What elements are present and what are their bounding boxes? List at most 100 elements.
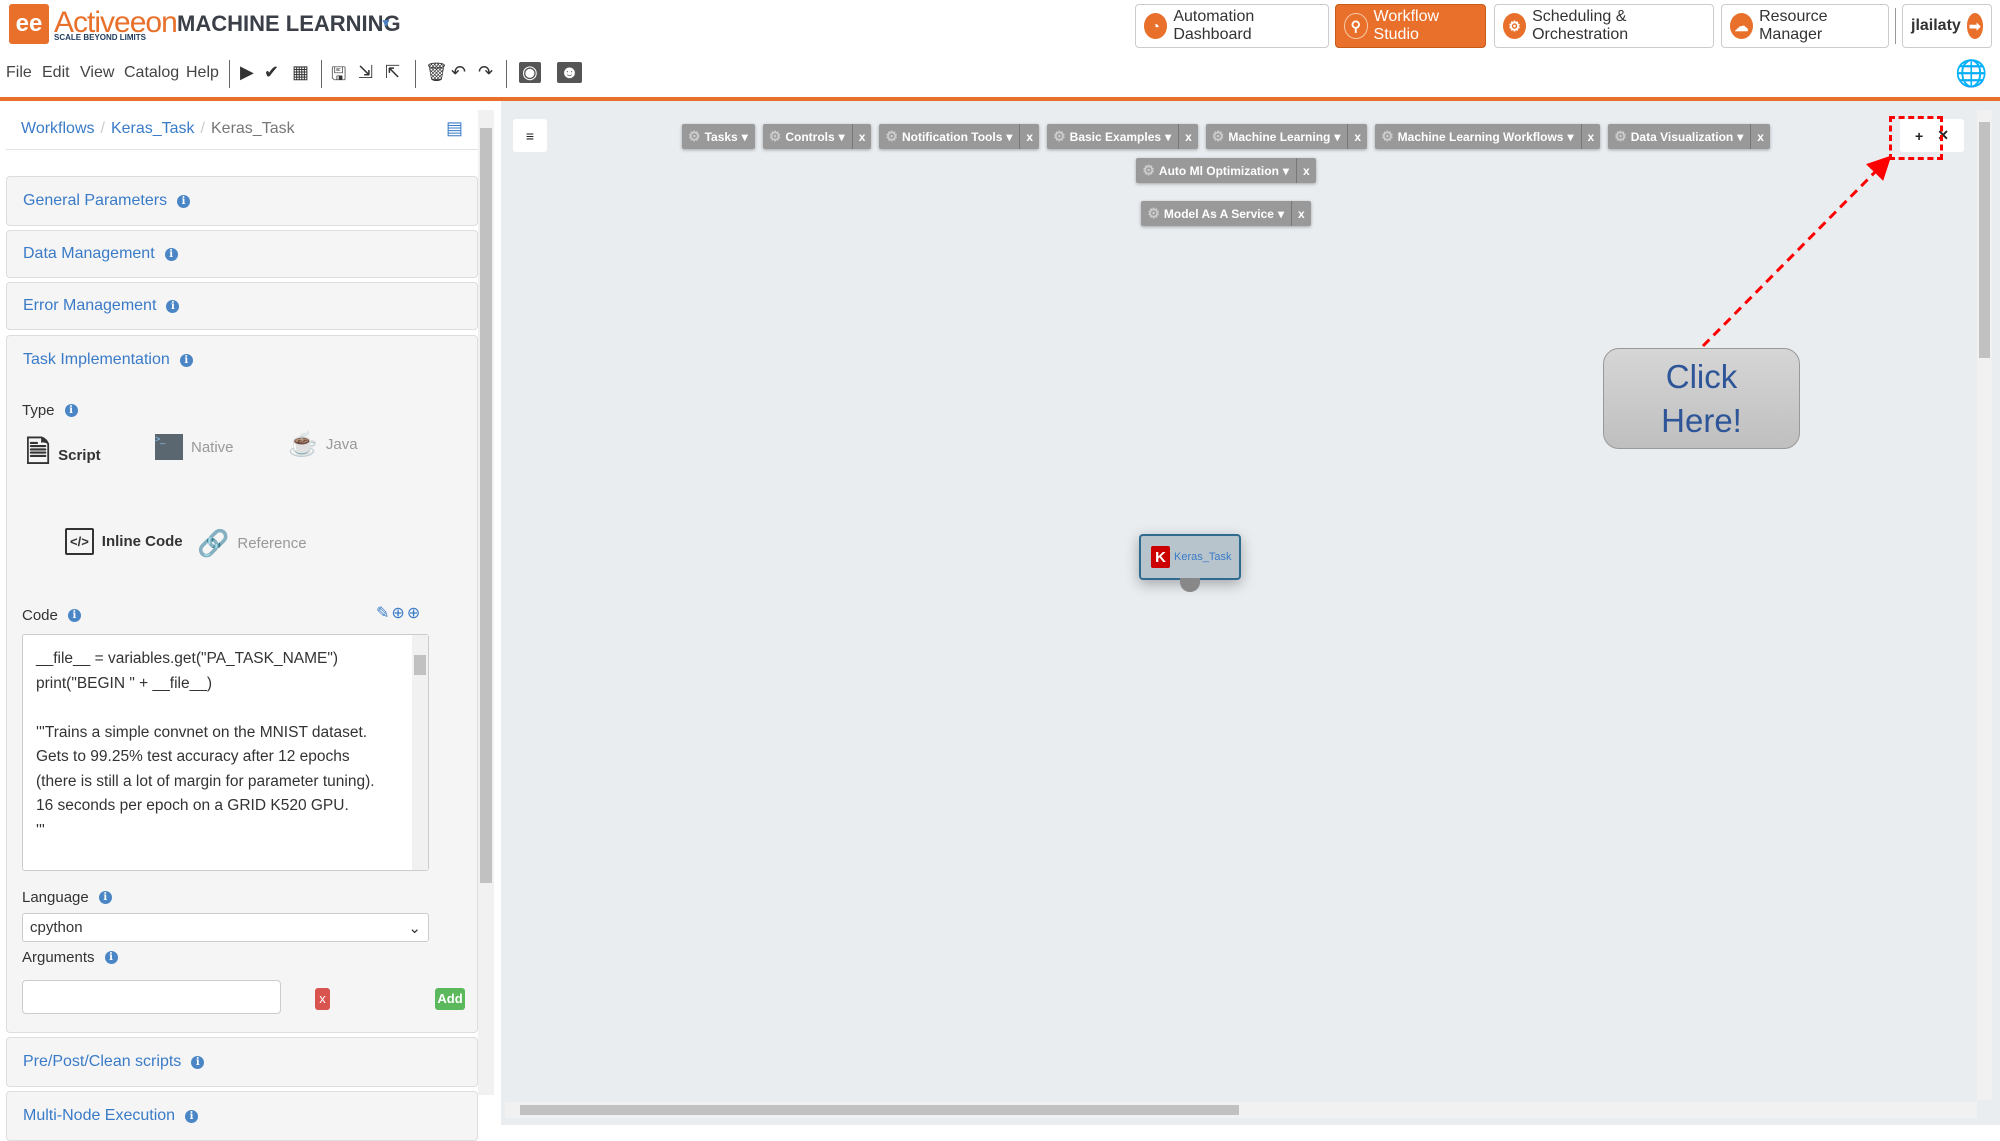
upload-icon[interactable]: ⊕ [407,605,422,622]
close-bucket-button[interactable]: x [851,124,872,149]
close-bucket-button[interactable]: x [1750,124,1770,149]
section-multi-node-execution[interactable]: Multi-Node Execution i [6,1091,478,1141]
source-inline-code-option[interactable]: </> Inline Code [65,528,183,555]
chevron-down-icon[interactable]: ▼ [380,16,392,30]
language-select[interactable]: cpython ⌄ [22,913,429,942]
info-icon[interactable]: i [164,247,178,261]
bucket-dropdown[interactable]: ⚙ Model As A Service ▾ [1141,205,1291,222]
info-icon[interactable]: i [67,609,81,622]
canvas-horizontal-scrollbar[interactable] [505,1102,1977,1118]
bucket-dropdown[interactable]: ⚙ Machine Learning Workflows ▾ [1375,128,1580,145]
info-icon[interactable]: i [185,1109,199,1123]
canvas-vertical-scrollbar[interactable] [1977,110,1992,1100]
edit-icon[interactable]: ✎ [376,605,391,622]
breadcrumb-workflow[interactable]: Keras_Task [111,120,195,137]
menu-catalog[interactable]: Catalog [124,64,179,82]
info-icon[interactable]: i [179,353,193,367]
info-icon[interactable]: i [98,891,112,904]
label-text: Language [22,889,89,906]
section-data-management[interactable]: Data Management i [6,230,478,278]
menu-help[interactable]: Help [186,64,219,82]
code-editor[interactable]: __file__ = variables.get("PA_TASK_NAME")… [22,634,429,871]
bucket-tasks[interactable]: ⚙ Tasks ▾ [682,124,755,149]
add-argument-button[interactable]: Add [435,988,465,1010]
import-icon[interactable]: ⇲ [358,62,373,83]
resource-manager-button[interactable]: ☁ Resource Manager [1721,4,1889,48]
bucket-machine-learning-workflows[interactable]: ⚙ Machine Learning Workflows ▾ x [1375,124,1601,149]
layout-toggle-icon[interactable]: ▤ [446,118,463,139]
bucket-dropdown[interactable]: ⚙ Data Visualization ▾ [1608,128,1750,145]
close-bucket-button[interactable]: x [1347,124,1367,149]
gears-icon: ⚙ [1503,13,1527,39]
type-native-option[interactable]: >_ Native [155,434,234,460]
menu-edit[interactable]: Edit [42,64,70,82]
info-icon[interactable]: i [191,1055,205,1069]
info-icon[interactable]: i [166,299,180,313]
redo-icon[interactable]: ↷ [478,62,493,83]
palette-toggle-button[interactable]: ≡ [513,119,547,152]
gear-icon: ⚙ [768,128,782,144]
gear-icon: ⚙ [1614,128,1627,144]
code-scrollbar[interactable] [412,635,428,870]
left-panel-scrollbar[interactable] [478,110,494,1095]
app-title[interactable]: MACHINE LEARNING [177,11,401,37]
public-catalog-icon[interactable]: ◉ [519,62,541,83]
export-icon[interactable]: ⇱ [385,62,400,83]
section-pre-post-clean-scripts[interactable]: Pre/Post/Clean scripts i [6,1037,478,1087]
close-bucket-button[interactable]: x [1295,158,1316,183]
bucket-dropdown[interactable]: ⚙ Auto Ml Optimization ▾ [1136,162,1296,179]
remove-argument-button[interactable]: x [315,988,330,1010]
bucket-basic-examples[interactable]: ⚙ Basic Examples ▾ x [1047,124,1198,149]
bucket-label: Auto Ml Optimization [1158,163,1279,178]
breadcrumb-workflows[interactable]: Workflows [21,120,95,137]
menu-file[interactable]: File [6,64,32,82]
play-icon[interactable]: ▶ [240,62,254,83]
info-icon[interactable]: i [177,194,191,208]
close-bucket-button[interactable]: x [1019,124,1039,149]
bucket-data-visualization[interactable]: ⚙ Data Visualization ▾ x [1608,124,1770,149]
argument-input[interactable] [22,980,281,1014]
bucket-model-as-a-service[interactable]: ⚙ Model As A Service ▾ x [1141,201,1311,226]
undo-icon[interactable]: ↶ [451,62,466,83]
type-script-option[interactable]: 🗎 Script [26,430,101,481]
close-bucket-button[interactable]: x [1290,201,1311,226]
workflow-studio-button[interactable]: ⚲ Workflow Studio [1335,4,1486,48]
bucket-dropdown[interactable]: ⚙ Tasks ▾ [682,128,755,145]
task-node-keras[interactable]: K Keras_Task [1139,534,1241,580]
globe-icon[interactable]: 🌐 [1955,58,1987,89]
bucket-controls[interactable]: ⚙ Controls ▾ x [762,124,872,149]
automation-dashboard-button[interactable]: ◔ Automation Dashboard [1135,4,1329,48]
check-icon[interactable]: ✔ [264,62,279,83]
scheduling-orchestration-button[interactable]: ⚙ Scheduling & Orchestration [1494,4,1714,48]
bucket-dropdown[interactable]: ⚙ Basic Examples ▾ [1047,128,1178,145]
close-bucket-button[interactable]: x [1178,124,1198,149]
save-icon[interactable]: 🖫 [331,62,346,92]
terminal-icon: >_ [155,434,183,460]
bucket-dropdown[interactable]: ⚙ Machine Learning ▾ [1206,128,1348,145]
section-title: General Parameters [23,192,168,209]
section-header[interactable]: Task Implementation i [23,351,193,369]
bucket-label: Controls [785,129,835,144]
user-catalog-icon[interactable]: ☻ [557,62,582,83]
close-bucket-button[interactable]: x [1580,124,1601,149]
menu-view[interactable]: View [80,64,114,82]
type-java-option[interactable]: ☕ Java [288,430,358,459]
trash-icon[interactable]: 🗑 [425,62,448,83]
chevron-down-icon: ⌄ [408,920,421,937]
bucket-notification-tools[interactable]: ⚙ Notification Tools ▾ x [879,124,1040,149]
info-icon[interactable]: i [104,951,118,964]
bucket-dropdown[interactable]: ⚙ Notification Tools ▾ [879,128,1019,145]
info-icon[interactable]: i [64,404,78,417]
bucket-machine-learning[interactable]: ⚙ Machine Learning ▾ x [1205,124,1368,149]
calendar-icon[interactable]: ▦ [292,62,309,83]
caret-down-icon: ▾ [1165,129,1172,144]
bucket-auto-ml-optimization[interactable]: ⚙ Auto Ml Optimization ▾ x [1136,158,1316,183]
user-logout-button[interactable]: jlailaty ➡ [1902,4,1992,48]
caret-down-icon: ▾ [1282,163,1289,178]
section-general-parameters[interactable]: General Parameters i [6,176,478,226]
source-reference-option[interactable]: 🔗 Reference [197,528,307,559]
button-label: Workflow Studio [1373,8,1440,43]
download-icon[interactable]: ⊕ [391,605,406,622]
section-error-management[interactable]: Error Management i [6,282,478,330]
bucket-dropdown[interactable]: ⚙ Controls ▾ [763,128,852,145]
